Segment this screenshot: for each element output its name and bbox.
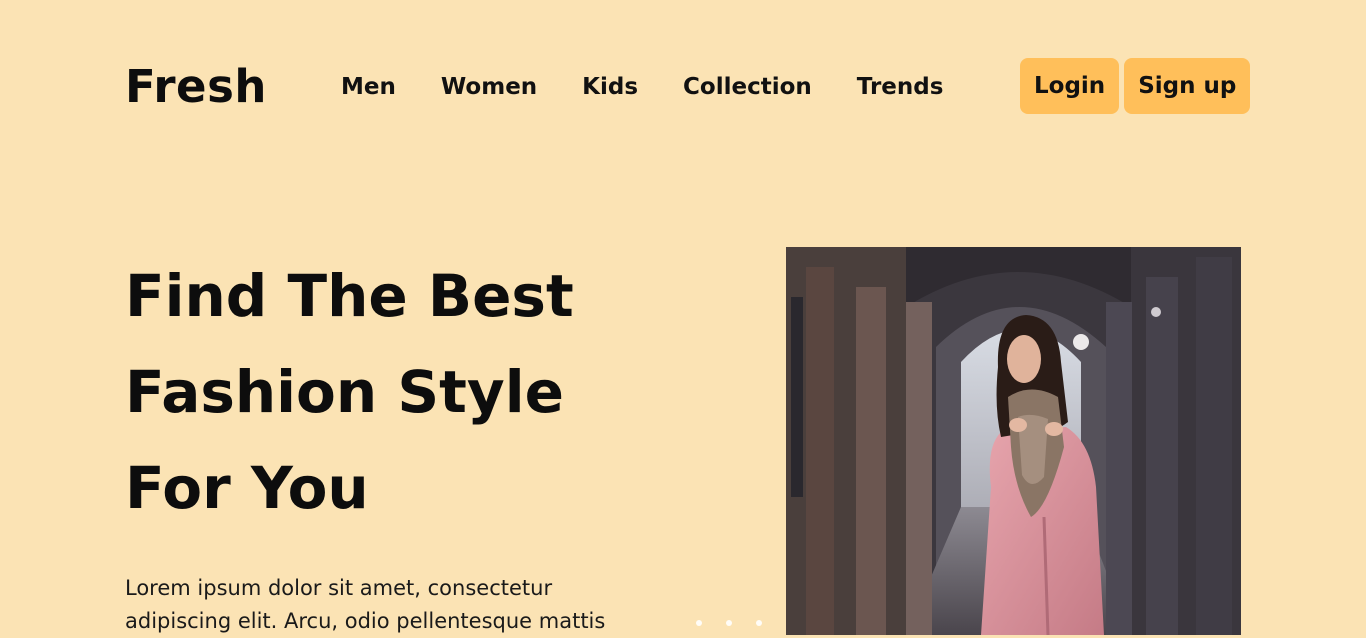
slider-dot[interactable] [726, 620, 732, 626]
hero-image-illustration [786, 247, 1241, 635]
slider-dot[interactable] [756, 620, 762, 626]
nav-item-trends[interactable]: Trends [857, 70, 944, 104]
slider-dot[interactable] [696, 620, 702, 626]
hero-image [786, 247, 1241, 635]
hero-title-line: Find The Best [125, 262, 574, 330]
hero-title-line: Fashion Style [125, 358, 564, 426]
main-nav: Men Women Kids Collection Trends [341, 70, 943, 104]
hero-description-line: Lorem ipsum dolor sit amet, consectetur [125, 576, 553, 600]
nav-item-men[interactable]: Men [341, 70, 396, 104]
signup-button[interactable]: Sign up [1124, 58, 1251, 114]
nav-item-collection[interactable]: Collection [683, 70, 812, 104]
nav-item-kids[interactable]: Kids [582, 70, 638, 104]
login-button[interactable]: Login [1020, 58, 1120, 114]
hero-title: Find The Best Fashion Style For You [125, 248, 685, 536]
nav-item-women[interactable]: Women [441, 70, 537, 104]
hero-description-line: adipiscing elit. Arcu, odio pellentesque… [125, 609, 606, 633]
auth-buttons: Login Sign up [1020, 58, 1251, 114]
hero-title-line: For You [125, 454, 369, 522]
hero-description: Lorem ipsum dolor sit amet, consectetur … [125, 572, 645, 638]
brand-logo[interactable]: Fresh [125, 58, 267, 116]
slider-dots [696, 620, 762, 626]
